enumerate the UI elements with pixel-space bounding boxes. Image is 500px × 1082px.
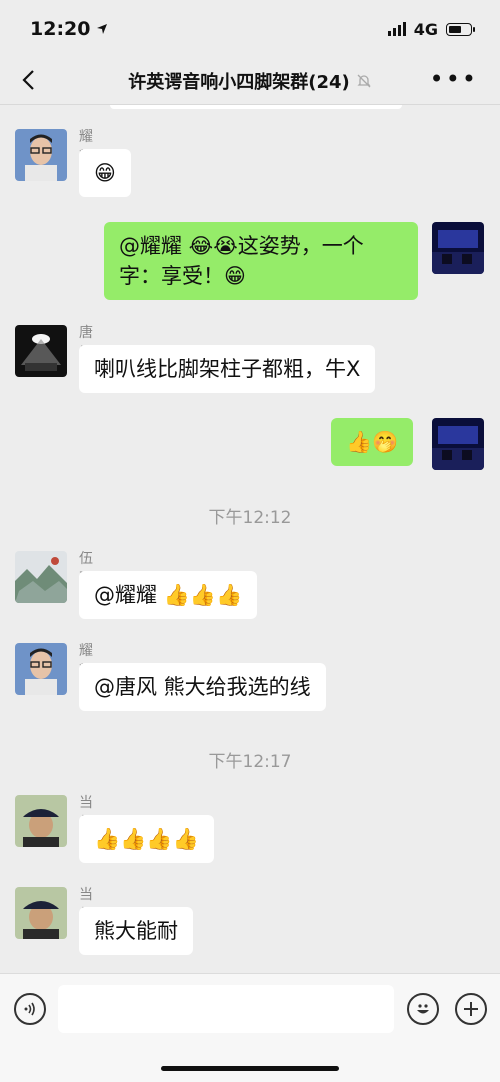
- voice-button[interactable]: [14, 993, 46, 1025]
- chat-title-group: 许英谔音响小四脚架群(24): [128, 68, 372, 94]
- message-bubble[interactable]: 喇叭线比脚架柱子都粗，牛X: [79, 345, 376, 393]
- plus-icon: [464, 1002, 478, 1016]
- avatar-image: [15, 795, 67, 847]
- message-text: 熊大能耐: [94, 919, 178, 943]
- avatar-image: [15, 129, 67, 181]
- chat-title: 许英谔音响小四脚架群(24): [128, 72, 350, 93]
- message-bubble[interactable]: @耀耀 👍👍👍: [79, 571, 258, 619]
- add-button[interactable]: [455, 993, 487, 1025]
- status-time: 12:20: [30, 18, 91, 40]
- message-bubble[interactable]: 👍👍👍👍: [79, 815, 214, 863]
- emoji-icon: [417, 1004, 429, 1014]
- avatar[interactable]: [15, 551, 67, 603]
- my-avatar[interactable]: [432, 418, 484, 470]
- avatar-image: [15, 887, 67, 939]
- avatar-image: [432, 222, 484, 274]
- location-arrow-icon: [97, 24, 108, 34]
- avatar-image: [15, 643, 67, 695]
- network-label: 4G: [413, 19, 438, 39]
- avatar[interactable]: [15, 795, 67, 847]
- more-icon: •••: [429, 65, 478, 93]
- timestamp: 下午12:17: [208, 752, 292, 772]
- status-bar: 12:20 4G: [0, 0, 500, 58]
- my-avatar[interactable]: [432, 222, 484, 274]
- message-text: 喇叭线比脚架柱子都粗，牛X: [94, 357, 361, 381]
- message-bubble[interactable]: @唐风 熊大给我选的线: [79, 663, 326, 711]
- home-indicator: [161, 1066, 339, 1071]
- avatar[interactable]: [15, 129, 67, 181]
- avatar-image: [15, 325, 67, 377]
- avatar-image: [432, 418, 484, 470]
- message-bubble[interactable]: 👍🤭: [331, 418, 414, 466]
- avatar[interactable]: [15, 325, 67, 377]
- emoji-button[interactable]: [407, 993, 439, 1025]
- message-list[interactable]: 耀耀 😁 @耀耀 😂😭这姿势，一个 字：享受！😁: [0, 105, 500, 973]
- voice-icon: [24, 1002, 35, 1016]
- message-text: @唐风 熊大给我选的线: [94, 675, 311, 699]
- more-button[interactable]: •••: [430, 67, 478, 91]
- status-time-group: 12:20: [30, 18, 108, 40]
- status-indicators: 4G: [387, 19, 475, 39]
- chat-header: 许英谔音响小四脚架群(24) •••: [0, 58, 500, 105]
- chevron-left-icon: [22, 70, 34, 90]
- bell-muted-icon: [357, 74, 371, 88]
- avatar[interactable]: [15, 643, 67, 695]
- message-bubble[interactable]: @耀耀 😂😭这姿势，一个 字：享受！😁: [104, 222, 418, 300]
- message-text: 😁: [94, 161, 116, 185]
- message-bubble[interactable]: 熊大能耐: [79, 907, 193, 955]
- avatar-image: [15, 551, 67, 603]
- previous-bubble-edge: [110, 105, 402, 109]
- message-text: @耀耀 👍👍👍: [94, 583, 243, 607]
- battery-icon: [446, 22, 475, 36]
- timestamp: 下午12:12: [208, 508, 292, 528]
- message-input[interactable]: [58, 985, 394, 1033]
- message-text-line2: 字：享受！😁: [119, 264, 246, 288]
- avatar[interactable]: [15, 887, 67, 939]
- signal-icon: [387, 22, 406, 36]
- back-button[interactable]: [16, 66, 40, 94]
- message-text: 👍🤭: [346, 430, 399, 454]
- message-text: @耀耀 😂😭这姿势，一个: [119, 234, 364, 258]
- message-bubble[interactable]: 😁: [79, 149, 131, 197]
- message-text: 👍👍👍👍: [94, 827, 199, 851]
